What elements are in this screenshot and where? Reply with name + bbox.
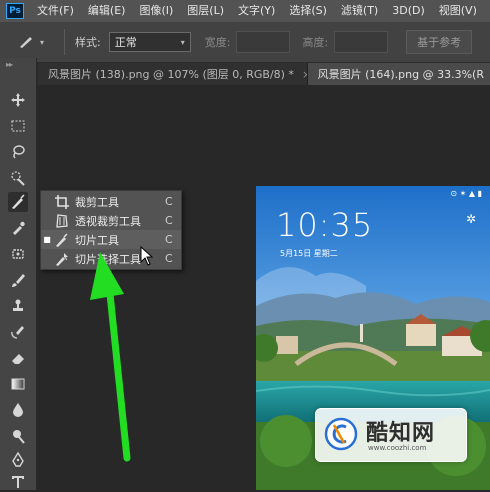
marquee-icon xyxy=(11,120,25,132)
options-bar: ▾ 样式: 正常 ▾ 宽度: 高度: 基于参考 xyxy=(0,22,490,63)
crop-tool-flyout-menu: 裁剪工具 C 透视裁剪工具 C ■ 切片工具 C 切片选择工具 C xyxy=(40,190,182,270)
eraser-icon xyxy=(12,354,24,364)
clone-stamp-tool[interactable] xyxy=(8,296,28,316)
menu-item-label: 裁剪工具 xyxy=(75,195,119,209)
healing-brush-tool[interactable] xyxy=(8,244,28,264)
gradient-icon xyxy=(11,378,25,390)
slices-from-guides-button[interactable]: 基于参考 xyxy=(406,30,473,54)
menu-select[interactable]: 选择(S) xyxy=(282,0,334,22)
menu-item-label: 透视裁剪工具 xyxy=(75,214,141,228)
pen-icon xyxy=(12,452,24,467)
phone-status-icons: ⊙ ✶ ▲ ▮ xyxy=(450,189,482,198)
slice-tool[interactable] xyxy=(8,192,28,212)
perspective-crop-icon xyxy=(53,213,71,229)
tab-document-138[interactable]: 风景图片 (138).png @ 107% (图层 0, RGB/8) * × xyxy=(38,63,308,85)
menu-view[interactable]: 视图(V) xyxy=(432,0,484,22)
chevron-down-icon: ▾ xyxy=(180,37,185,47)
tab-document-164[interactable]: 风景图片 (164).png @ 33.3%(R xyxy=(307,63,490,85)
style-value: 正常 xyxy=(114,36,137,49)
width-label: 宽度: xyxy=(204,36,231,49)
collapse-icon[interactable]: ▸▸ xyxy=(6,60,13,69)
document-tabs: 风景图片 (138).png @ 107% (图层 0, RGB/8) * × … xyxy=(38,63,490,85)
slice-icon xyxy=(53,232,71,248)
slice-select-icon xyxy=(53,251,71,267)
coozhi-logo-icon xyxy=(324,417,358,451)
history-brush-tool[interactable] xyxy=(8,322,28,342)
eraser-tool[interactable] xyxy=(8,348,28,368)
healing-brush-icon xyxy=(12,249,24,259)
menu-edit[interactable]: 编辑(E) xyxy=(81,0,133,22)
width-field[interactable] xyxy=(236,31,291,53)
menu-layer[interactable]: 图层(L) xyxy=(180,0,231,22)
menu-bar: Ps 文件(F) 编辑(E) 图像(I) 图层(L) 文字(Y) 选择(S) 滤… xyxy=(0,0,490,22)
tab-label: 风景图片 (164).png @ 33.3%(R xyxy=(317,68,484,81)
marquee-tool[interactable] xyxy=(8,116,28,136)
quick-selection-tool[interactable] xyxy=(8,168,28,188)
type-icon xyxy=(12,476,24,488)
slice-icon xyxy=(12,194,25,209)
photoshop-logo[interactable]: Ps xyxy=(6,3,24,19)
type-tool[interactable] xyxy=(8,472,28,492)
watermark: 酷知网 www.coozhi.com xyxy=(315,408,467,462)
pen-tool[interactable] xyxy=(8,450,28,470)
clone-stamp-icon xyxy=(13,299,23,311)
tool-preset-picker[interactable]: ▾ xyxy=(18,35,60,49)
chevron-down-icon: ▾ xyxy=(40,37,45,47)
blur-icon xyxy=(13,403,23,417)
blur-tool[interactable] xyxy=(8,400,28,420)
tab-label: 风景图片 (138).png @ 107% (图层 0, RGB/8) * xyxy=(48,68,294,81)
shortcut-key: C xyxy=(165,214,173,227)
height-label: 高度: xyxy=(302,36,329,49)
eyedropper-tool[interactable] xyxy=(8,218,28,238)
gradient-tool[interactable] xyxy=(8,374,28,394)
eyedropper-icon xyxy=(13,221,25,235)
brush-icon xyxy=(12,274,25,287)
crop-icon xyxy=(53,194,71,210)
shortcut-key: C xyxy=(165,195,173,208)
mouse-cursor-icon xyxy=(140,246,154,266)
menu-image[interactable]: 图像(I) xyxy=(132,0,180,22)
menu-item-crop-tool[interactable]: 裁剪工具 C xyxy=(41,192,181,211)
tools-panel: ▸▸ xyxy=(0,58,37,490)
menu-type[interactable]: 文字(Y) xyxy=(231,0,282,22)
menu-file[interactable]: 文件(F) xyxy=(30,0,81,22)
selected-bullet: ■ xyxy=(43,235,51,244)
watermark-name: 酷知网 xyxy=(366,421,436,446)
divider xyxy=(64,29,65,55)
quick-selection-icon xyxy=(11,171,25,186)
lockscreen-date: 5月15日 星期二 xyxy=(280,249,338,258)
height-field[interactable] xyxy=(334,31,389,53)
brush-tool[interactable] xyxy=(8,270,28,290)
watermark-url: www.coozhi.com xyxy=(368,444,427,452)
shortcut-key: C xyxy=(165,252,173,265)
style-select[interactable]: 正常 ▾ xyxy=(108,32,191,52)
menu-3d[interactable]: 3D(D) xyxy=(385,0,432,22)
history-brush-icon xyxy=(11,326,24,339)
menu-item-slice-select-tool[interactable]: 切片选择工具 C xyxy=(41,249,181,268)
lasso-icon xyxy=(13,145,25,159)
style-label: 样式: xyxy=(75,36,101,49)
menu-filter[interactable]: 滤镜(T) xyxy=(334,0,385,22)
shortcut-key: C xyxy=(165,233,173,246)
move-icon xyxy=(11,93,25,107)
dodge-icon xyxy=(13,430,25,444)
menu-item-slice-tool[interactable]: ■ 切片工具 C xyxy=(41,230,181,249)
slice-tool-icon xyxy=(20,37,32,48)
sparkle-icon: ✲ xyxy=(465,212,476,226)
lasso-tool[interactable] xyxy=(8,142,28,162)
move-tool[interactable] xyxy=(8,90,28,110)
menu-item-perspective-crop-tool[interactable]: 透视裁剪工具 C xyxy=(41,211,181,230)
lockscreen-time: 10:35 xyxy=(276,206,374,244)
dodge-tool[interactable] xyxy=(8,426,28,446)
